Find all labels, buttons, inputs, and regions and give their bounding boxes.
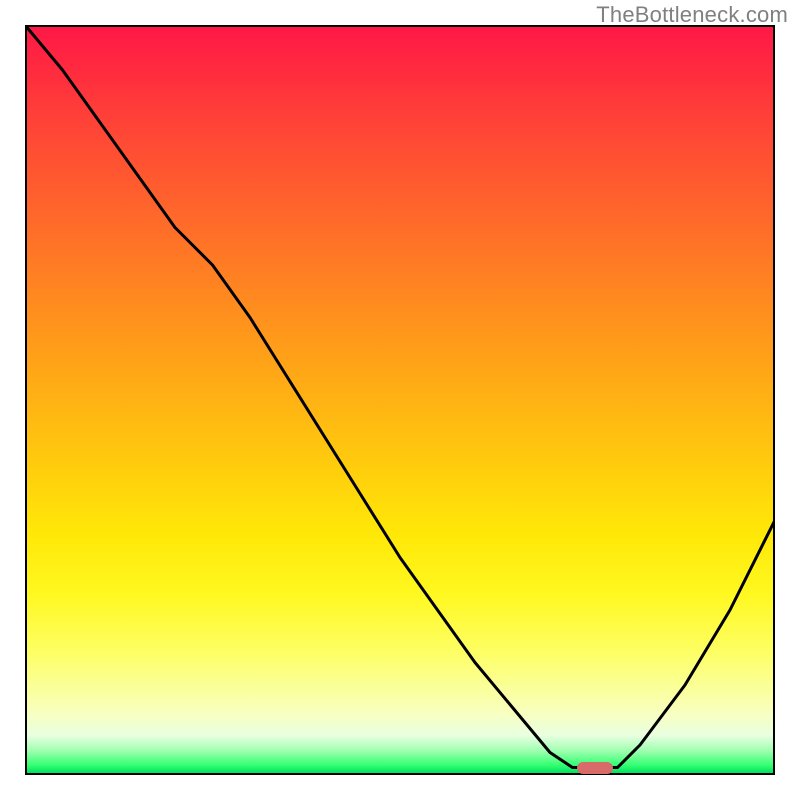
gradient-plot-area [25,25,775,775]
chart-stage: TheBottleneck.com [0,0,800,800]
optimum-marker [577,762,613,774]
